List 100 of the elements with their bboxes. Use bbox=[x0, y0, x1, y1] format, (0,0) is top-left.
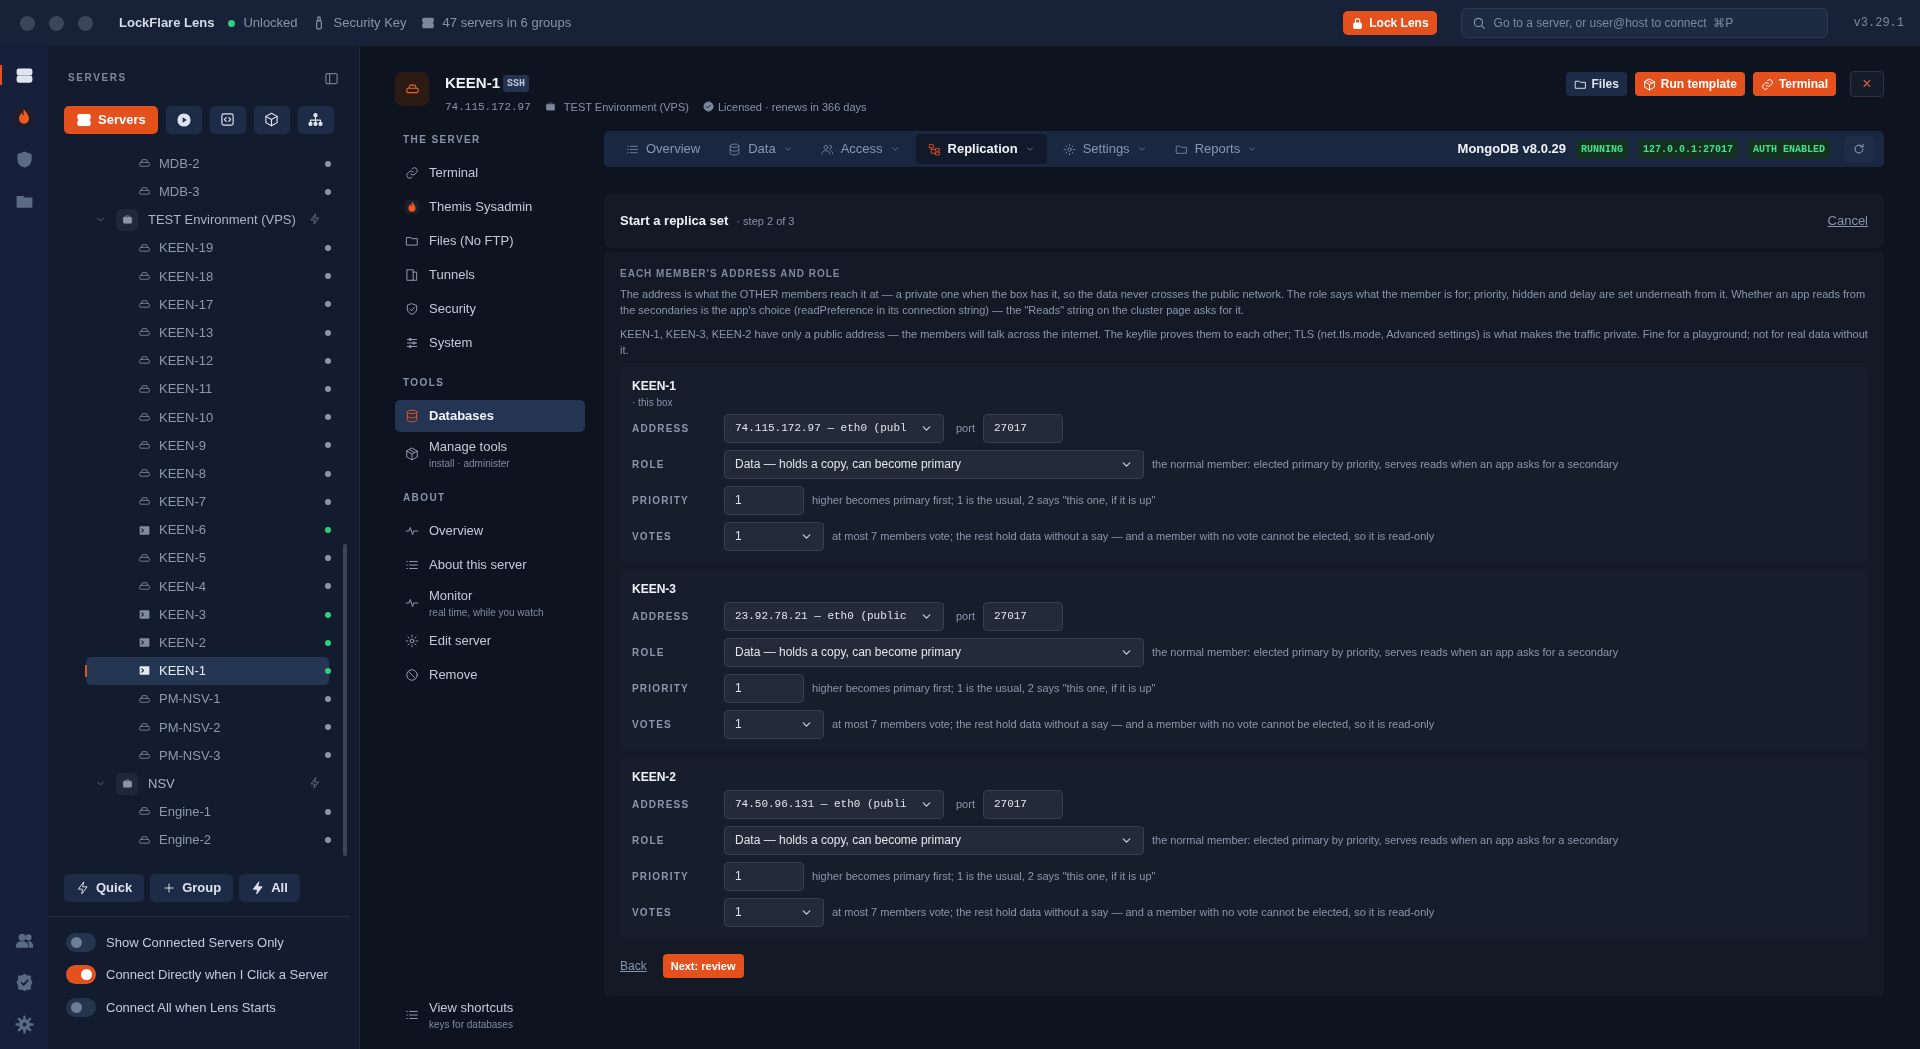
cube-icon bbox=[264, 112, 280, 127]
mode-button[interactable]: Servers bbox=[64, 105, 158, 134]
server-item[interactable]: KEEN-13 bbox=[86, 318, 329, 347]
server-item[interactable]: KEEN-1 bbox=[86, 656, 329, 686]
server-item[interactable]: KEEN-3 bbox=[86, 600, 329, 629]
toggle-switch[interactable] bbox=[66, 965, 96, 985]
mode-button[interactable] bbox=[165, 105, 202, 134]
server-item[interactable]: PM-NSV-1 bbox=[86, 685, 329, 714]
servers-summary: 47 servers in 6 groups bbox=[442, 14, 572, 33]
nav-item[interactable]: Databases bbox=[395, 400, 585, 432]
back-link[interactable]: Back bbox=[620, 957, 647, 976]
server-address: 74.115.172.97 bbox=[445, 99, 531, 115]
field-label: PRIORITY bbox=[632, 869, 690, 884]
server-item[interactable]: KEEN-7 bbox=[86, 487, 329, 516]
group-item[interactable]: TEST Environment (VPS) bbox=[48, 205, 329, 235]
port-field[interactable]: 27017 bbox=[982, 789, 1063, 819]
nav-item[interactable]: Themis Sysadmin bbox=[395, 191, 585, 223]
priority-field[interactable]: 1 bbox=[724, 861, 804, 891]
nav-item[interactable]: Overview bbox=[395, 515, 585, 547]
server-item[interactable]: MDB-3 bbox=[86, 177, 329, 206]
scrollbar[interactable] bbox=[343, 543, 347, 856]
close-button[interactable]: × bbox=[1850, 71, 1884, 97]
cube-icon bbox=[1642, 77, 1656, 91]
field-label: VOTES bbox=[632, 717, 673, 732]
address-select[interactable]: 74.50.96.131 — eth0 (publi bbox=[724, 789, 944, 819]
lock-button[interactable]: Lock Lens bbox=[1343, 11, 1437, 35]
shortcuts-link[interactable]: View shortcuts keys for databases bbox=[395, 995, 585, 1035]
tab[interactable]: Data bbox=[716, 134, 805, 164]
votes-select[interactable]: 1 bbox=[724, 709, 824, 739]
tab[interactable]: Replication bbox=[915, 134, 1047, 164]
server-item[interactable]: KEEN-4 bbox=[86, 572, 329, 601]
nav-item[interactable]: Tunnels bbox=[395, 259, 585, 291]
servers-icon bbox=[14, 65, 34, 85]
action-button[interactable]: Group bbox=[150, 873, 234, 902]
server-item[interactable]: KEEN-11 bbox=[86, 375, 329, 404]
port-field[interactable]: 27017 bbox=[982, 413, 1063, 443]
nav-item[interactable]: Monitor real time, while you watch bbox=[395, 583, 585, 623]
role-select[interactable]: Data — holds a copy, can become primary bbox=[724, 825, 1144, 855]
nav-section-title: THE SERVER bbox=[402, 133, 482, 147]
server-item[interactable]: Engine-2 bbox=[86, 826, 329, 855]
server-item[interactable]: KEEN-12 bbox=[86, 346, 329, 375]
server-item[interactable]: PM-NSV-2 bbox=[86, 713, 329, 742]
code-icon bbox=[220, 112, 236, 127]
cancel-link[interactable]: Cancel bbox=[1827, 211, 1868, 231]
tab[interactable]: Overview bbox=[614, 134, 713, 164]
next-button[interactable]: Next: review bbox=[662, 954, 744, 979]
nav-item[interactable]: Security bbox=[395, 293, 585, 325]
address-select[interactable]: 74.115.172.97 — eth0 (publ bbox=[724, 413, 944, 443]
priority-field[interactable]: 1 bbox=[724, 673, 804, 703]
nav-item[interactable]: Manage tools install · administer bbox=[395, 434, 585, 474]
group-item[interactable]: NSV bbox=[48, 769, 329, 798]
mode-button[interactable] bbox=[209, 105, 246, 134]
port-field[interactable]: 27017 bbox=[982, 601, 1063, 631]
server-item[interactable]: KEEN-8 bbox=[86, 459, 329, 488]
nav-item[interactable]: Remove bbox=[395, 659, 585, 691]
server-item[interactable]: KEEN-6 bbox=[86, 515, 329, 545]
hierarchy-icon bbox=[927, 142, 941, 156]
header-button[interactable]: Terminal bbox=[1752, 72, 1836, 96]
server-item[interactable]: Engine-1 bbox=[86, 797, 329, 826]
server-item[interactable]: MDB-2 bbox=[86, 149, 329, 178]
address-select[interactable]: 23.92.78.21 — eth0 (public bbox=[724, 601, 944, 631]
servers-icon bbox=[420, 16, 435, 30]
tab[interactable]: Access bbox=[808, 134, 912, 164]
votes-select[interactable]: 1 bbox=[724, 897, 824, 927]
toggle-switch[interactable] bbox=[66, 932, 96, 952]
server-item[interactable]: KEEN-17 bbox=[86, 290, 329, 319]
nav-item[interactable]: About this server bbox=[395, 549, 585, 581]
toggle-switch[interactable] bbox=[66, 997, 96, 1017]
field-hint: at most 7 members vote; the rest hold data without a say — and a member with no vote cannot be elected, so it is read-only bbox=[832, 905, 1435, 921]
header-button[interactable]: Run template bbox=[1634, 72, 1745, 96]
mode-button[interactable] bbox=[253, 105, 290, 134]
nav-item[interactable]: System bbox=[395, 327, 585, 359]
server-item[interactable]: PM-NSV-3 bbox=[86, 741, 329, 770]
server-item[interactable]: KEEN-9 bbox=[86, 431, 329, 460]
action-button[interactable]: Quick bbox=[64, 873, 145, 902]
server-item[interactable]: KEEN-2 bbox=[86, 628, 329, 657]
server-item[interactable]: KEEN-19 bbox=[86, 234, 329, 263]
search-field[interactable]: Go to a server, or user@host to connect ⌘P bbox=[1460, 8, 1828, 38]
priority-field[interactable]: 1 bbox=[724, 485, 804, 515]
tab[interactable]: Settings bbox=[1050, 134, 1159, 164]
panel-icon bbox=[324, 71, 339, 87]
server-item[interactable]: KEEN-10 bbox=[86, 403, 329, 432]
role-select[interactable]: Data — holds a copy, can become primary bbox=[724, 449, 1144, 479]
nav-item[interactable]: Terminal bbox=[395, 157, 585, 189]
refresh-button[interactable] bbox=[1844, 136, 1874, 162]
lock-status: Unlocked bbox=[243, 14, 298, 33]
briefcase-icon bbox=[544, 101, 556, 113]
tab[interactable]: Reports bbox=[1162, 134, 1270, 164]
server-item[interactable]: KEEN-5 bbox=[86, 544, 329, 573]
nav-item[interactable]: Files (No FTP) bbox=[395, 225, 585, 257]
database-icon bbox=[728, 142, 742, 156]
server-item[interactable]: KEEN-18 bbox=[86, 262, 329, 291]
toggle-label: Connect All when Lens Starts bbox=[106, 998, 276, 1017]
shield-icon bbox=[405, 302, 419, 316]
action-button[interactable]: All bbox=[239, 873, 300, 902]
votes-select[interactable]: 1 bbox=[724, 521, 824, 551]
header-button[interactable]: Files bbox=[1565, 72, 1627, 96]
role-select[interactable]: Data — holds a copy, can become primary bbox=[724, 637, 1144, 667]
mode-button[interactable] bbox=[297, 105, 334, 134]
nav-item[interactable]: Edit server bbox=[395, 625, 585, 657]
